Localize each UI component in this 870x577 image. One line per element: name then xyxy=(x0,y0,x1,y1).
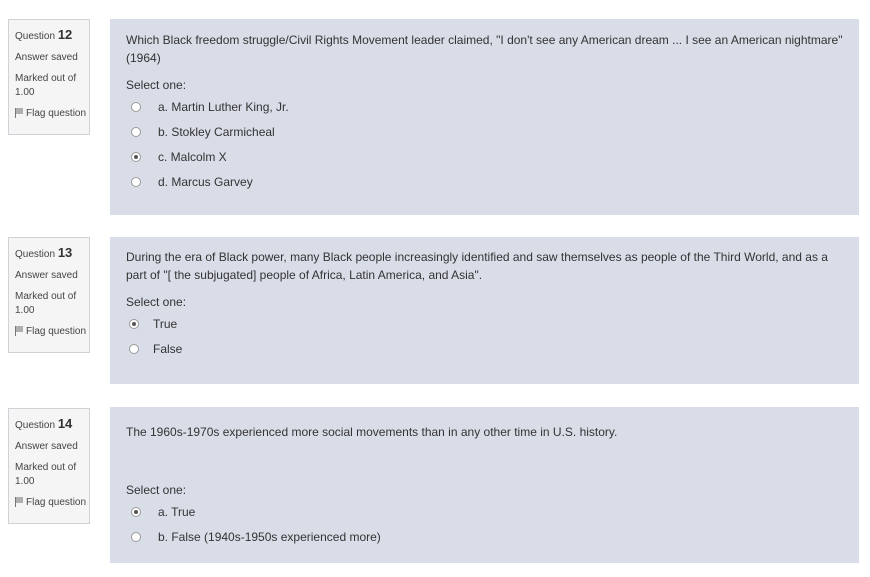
answer-option-label[interactable]: d. Marcus Garvey xyxy=(158,170,253,195)
question-content: During the era of Black power, many Blac… xyxy=(110,237,859,384)
flag-question-label: Flag question xyxy=(26,326,87,337)
answer-option[interactable]: a. True xyxy=(126,500,843,525)
select-one-prompt: Select one: xyxy=(126,295,187,309)
answer-status: Answer saved xyxy=(15,52,78,63)
question-info-panel: Question 13 Answer saved Marked out of 1… xyxy=(8,237,90,353)
flag-question-label: Flag question xyxy=(26,497,87,508)
marked-out-of-value: 1.00 xyxy=(15,476,35,487)
question-number: Question 13 xyxy=(15,245,73,260)
answer-option-label[interactable]: c. Malcolm X xyxy=(158,145,227,170)
answer-option-label[interactable]: b. False (1940s-1950s experienced more) xyxy=(158,525,381,550)
answer-option[interactable]: True xyxy=(126,312,843,337)
answer-option[interactable]: c. Malcolm X xyxy=(126,145,843,170)
question-number: Question 12 xyxy=(15,27,73,42)
answer-option-label[interactable]: b. Stokley Carmicheal xyxy=(158,120,275,145)
select-one-prompt: Select one: xyxy=(126,483,187,497)
question-content: Which Black freedom struggle/Civil Right… xyxy=(110,19,859,215)
answer-option-label[interactable]: False xyxy=(153,337,182,362)
question-info-panel: Question 12 Answer saved Marked out of 1… xyxy=(8,19,90,135)
radio-button[interactable] xyxy=(131,177,141,187)
answer-status: Answer saved xyxy=(15,441,78,452)
question-text: Which Black freedom struggle/Civil Right… xyxy=(126,33,843,65)
radio-button[interactable] xyxy=(129,344,139,354)
flag-question-link[interactable]: Flag question xyxy=(15,496,89,509)
answer-option-label[interactable]: a. True xyxy=(158,500,195,525)
answer-option-label[interactable]: True xyxy=(153,312,177,337)
radio-button-selected[interactable] xyxy=(129,319,139,329)
radio-button-selected[interactable] xyxy=(131,152,141,162)
answer-option-label[interactable]: a. Martin Luther King, Jr. xyxy=(158,95,289,120)
question-text: The 1960s-1970s experienced more social … xyxy=(126,425,618,439)
radio-button[interactable] xyxy=(131,532,141,542)
answer-option[interactable]: a. Martin Luther King, Jr. xyxy=(126,95,843,120)
flag-icon xyxy=(15,497,23,507)
radio-button-selected[interactable] xyxy=(131,507,141,517)
flag-question-link[interactable]: Flag question xyxy=(15,107,89,120)
flag-icon xyxy=(15,108,23,118)
radio-button[interactable] xyxy=(131,127,141,137)
answer-option[interactable]: d. Marcus Garvey xyxy=(126,170,843,195)
marked-out-of-label: Marked out of xyxy=(15,73,77,84)
answer-status: Answer saved xyxy=(15,270,78,281)
flag-question-link[interactable]: Flag question xyxy=(15,325,89,338)
question-info-panel: Question 14 Answer saved Marked out of 1… xyxy=(8,408,90,524)
flag-question-label: Flag question xyxy=(26,108,87,119)
answer-option[interactable]: b. False (1940s-1950s experienced more) xyxy=(126,525,843,550)
flag-icon xyxy=(15,326,23,336)
select-one-prompt: Select one: xyxy=(126,78,187,92)
answer-option[interactable]: False xyxy=(126,337,843,362)
marked-out-of-value: 1.00 xyxy=(15,87,35,98)
marked-out-of-label: Marked out of xyxy=(15,291,77,302)
question-text: During the era of Black power, many Blac… xyxy=(126,250,828,282)
question-number: Question 14 xyxy=(15,416,73,431)
marked-out-of-label: Marked out of xyxy=(15,462,77,473)
question-content: The 1960s-1970s experienced more social … xyxy=(110,407,859,563)
answer-option[interactable]: b. Stokley Carmicheal xyxy=(126,120,843,145)
marked-out-of-value: 1.00 xyxy=(15,305,35,316)
radio-button[interactable] xyxy=(131,102,141,112)
